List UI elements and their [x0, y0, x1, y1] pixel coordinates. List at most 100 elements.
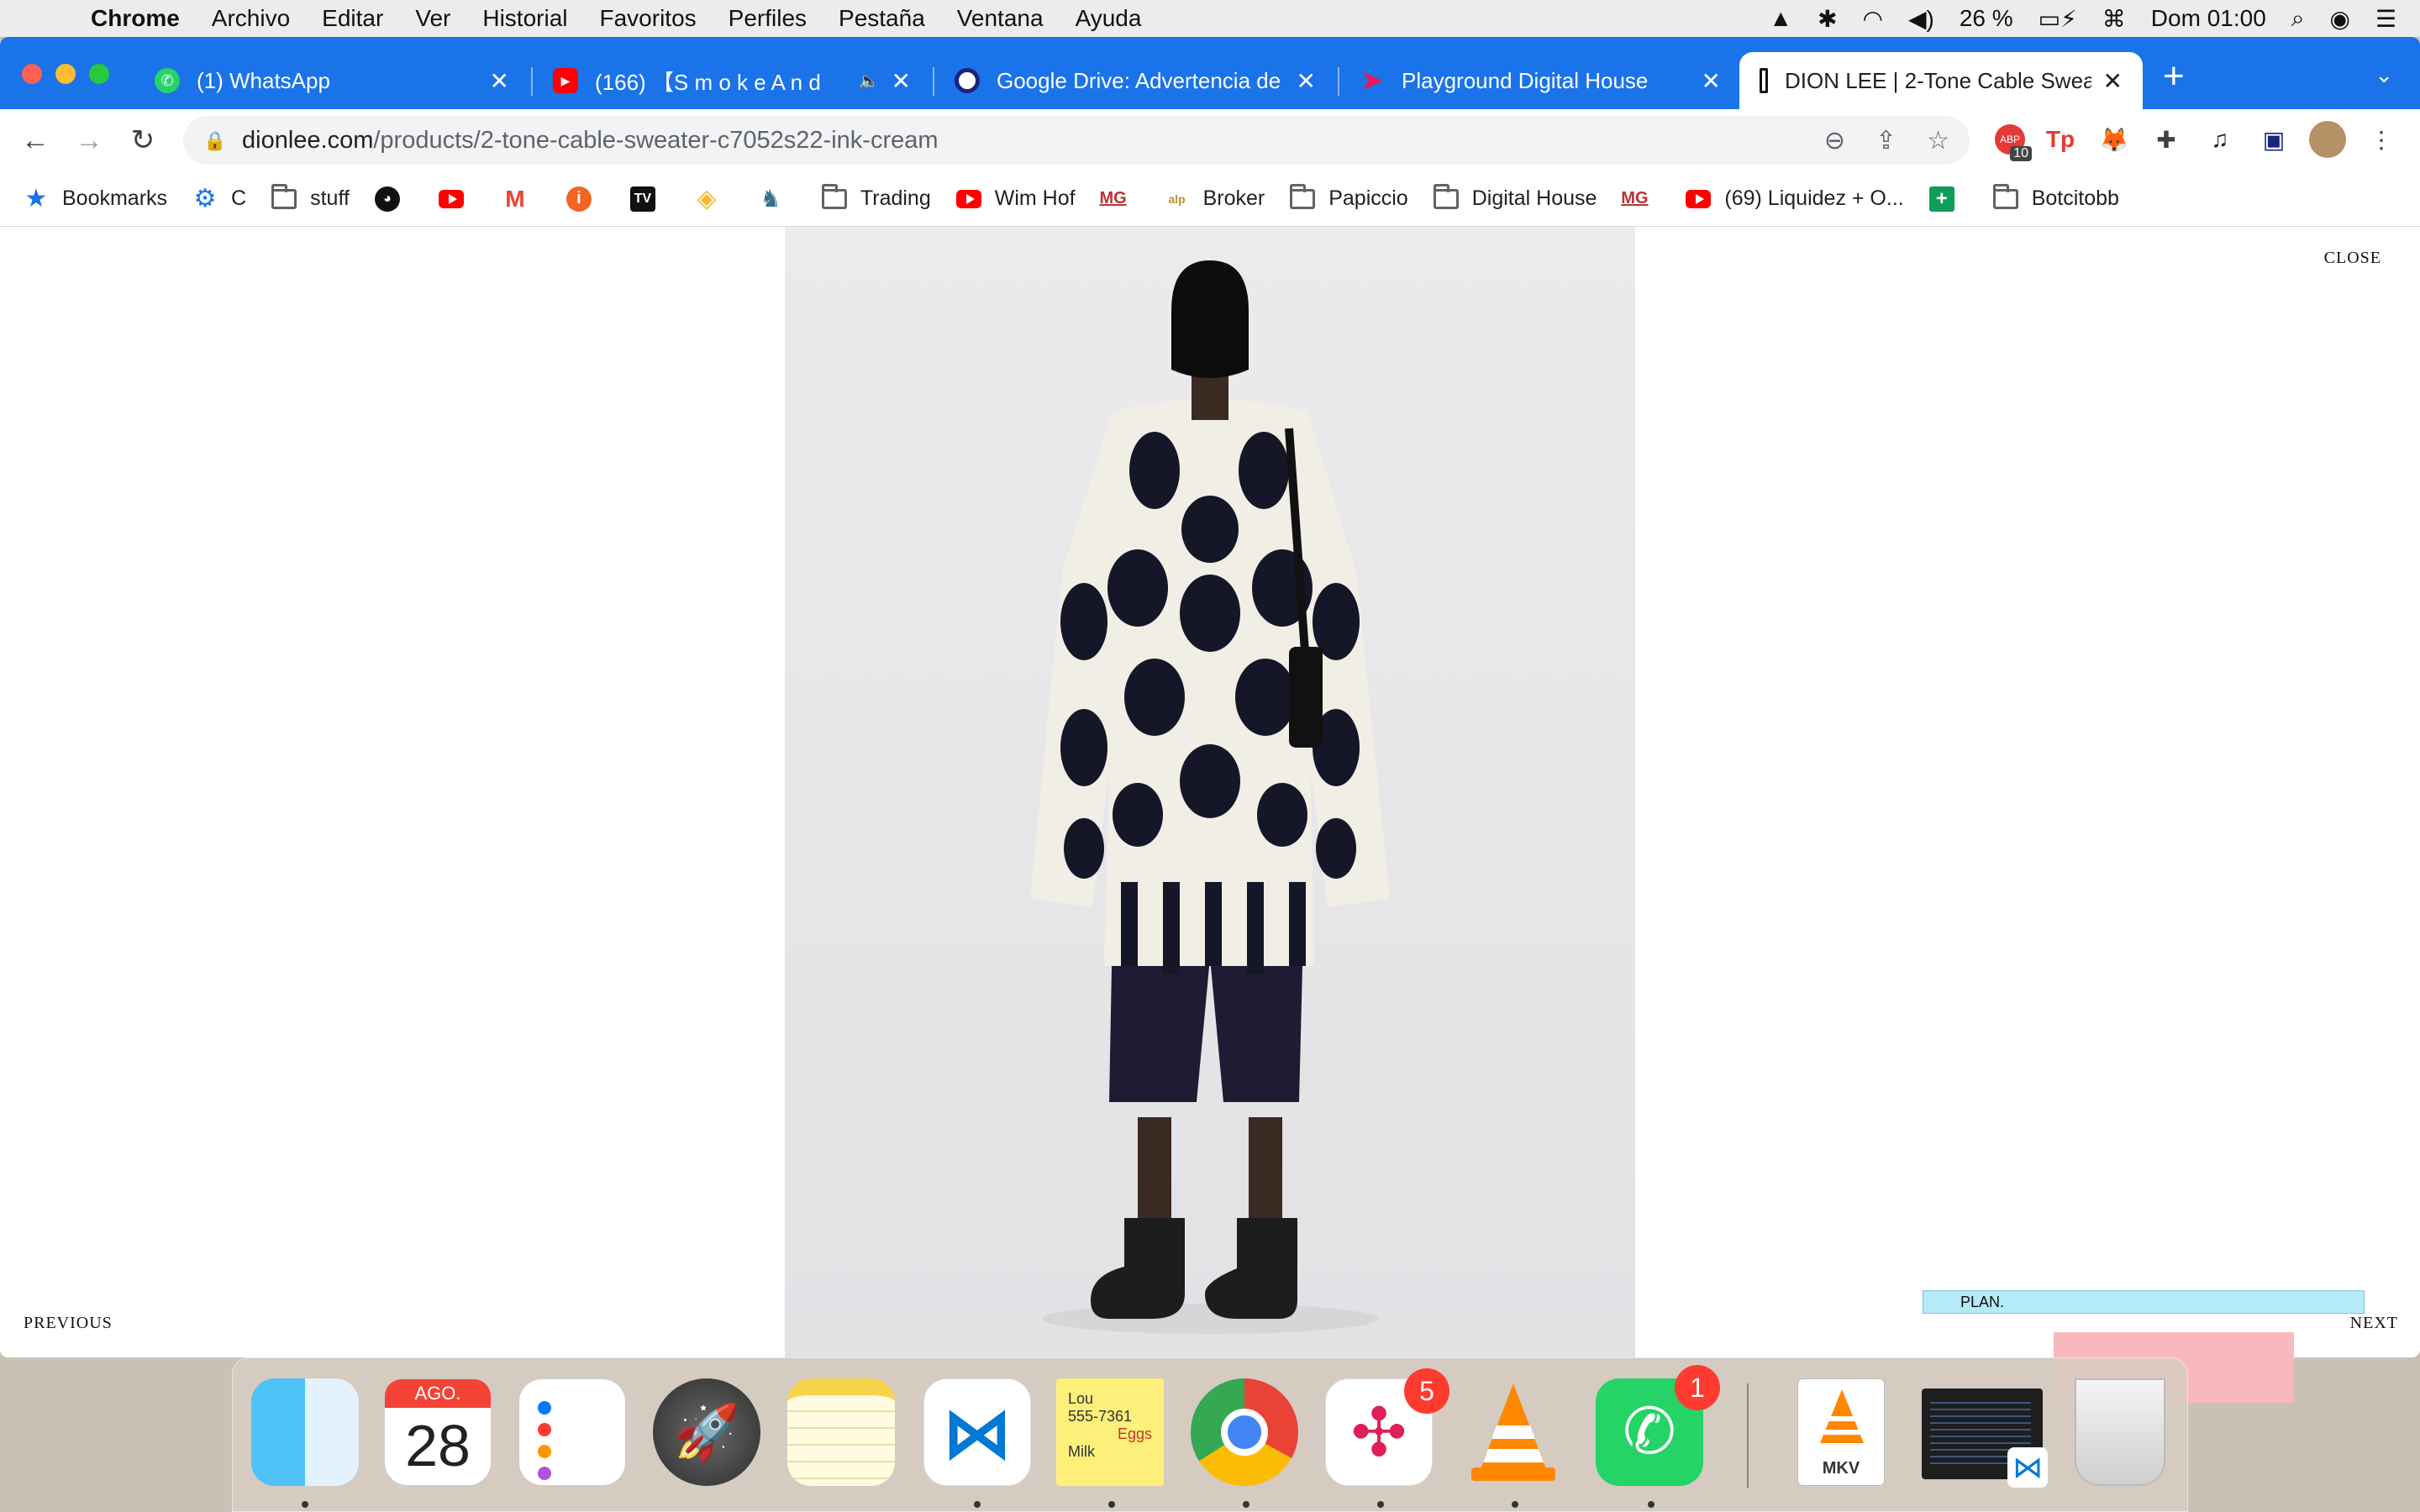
new-tab-button[interactable]: +	[2163, 55, 2185, 97]
alpari-icon: alp	[1168, 192, 1186, 206]
volume-icon[interactable]: ◀)	[1908, 5, 1934, 33]
bookmark-orange[interactable]: i	[566, 186, 605, 212]
tp-extension-icon[interactable]: Tp	[2042, 121, 2079, 158]
keyboard-input-icon[interactable]: ⌘	[2102, 5, 2126, 33]
bookmark-trading[interactable]: Trading	[821, 183, 931, 212]
bookmark-mg-2[interactable]: MG	[1621, 186, 1660, 212]
menu-editar[interactable]: Editar	[322, 5, 383, 32]
chrome-icon[interactable]	[1191, 1378, 1298, 1486]
running-indicator	[1648, 1501, 1655, 1508]
chrome-window: ✆ (1) WhatsApp ✕ ▶ (166) 【S m o k e A n …	[0, 37, 2420, 1357]
running-indicator	[1243, 1501, 1249, 1508]
vscode-window-thumbnail[interactable]: ⋈	[1922, 1389, 2048, 1488]
bookmark-youtube[interactable]	[438, 186, 477, 212]
close-button[interactable]: CLOSE	[2324, 249, 2381, 268]
address-bar[interactable]: 🔒 dionlee.com/products/2-tone-cable-swea…	[183, 116, 1970, 165]
profile-avatar[interactable]	[2309, 121, 2346, 158]
bookmark-sheets[interactable]: +	[1928, 186, 1968, 212]
tab-playground-digital-house[interactable]: ➤ Playground Digital House ✕	[1339, 52, 1741, 109]
chrome-menu-icon[interactable]: ⋮	[2363, 121, 2400, 158]
vlc-icon[interactable]	[1460, 1378, 1567, 1486]
close-tab-icon[interactable]: ✕	[1702, 67, 1721, 95]
next-button[interactable]: NEXT	[2350, 1314, 2398, 1333]
plan-bar[interactable]: PLAN.	[1923, 1290, 2365, 1314]
media-control-icon[interactable]: ♫	[2202, 121, 2238, 158]
bookmark-horse[interactable]: ♞	[758, 186, 797, 212]
finder-icon[interactable]	[251, 1378, 359, 1486]
battery-charging-icon[interactable]: ▭⚡	[2039, 5, 2077, 33]
bookmark-papiccio[interactable]: Papiccio	[1290, 183, 1408, 212]
share-icon[interactable]: ⇪	[1876, 126, 1897, 155]
calendar-icon[interactable]: AGO. 28	[384, 1378, 492, 1486]
bookmark-stuff[interactable]: stuff	[271, 183, 350, 212]
reminders-icon[interactable]	[518, 1378, 626, 1486]
minimize-window-button[interactable]	[55, 64, 76, 84]
bookmark-liquidez[interactable]: (69) Liquidez + O...	[1686, 186, 1904, 212]
bookmark-bookmarks[interactable]: ★ Bookmarks	[24, 185, 168, 213]
launchpad-rocket-icon[interactable]: 🚀	[653, 1378, 760, 1486]
tab-whatsapp[interactable]: ✆ (1) WhatsApp ✕	[134, 52, 529, 109]
bookmark-c[interactable]: ⚙ C	[192, 185, 247, 213]
product-image[interactable]	[785, 227, 1635, 1357]
reload-button[interactable]: ↻	[116, 123, 170, 157]
menu-ayuda[interactable]: Ayuda	[1076, 5, 1142, 32]
vscode-icon[interactable]: ⋈	[923, 1378, 1031, 1486]
zoom-window-button[interactable]	[89, 64, 109, 84]
bookmark-binance[interactable]: ◈	[694, 185, 733, 213]
metamask-fox-icon[interactable]: 🦊	[2096, 121, 2133, 158]
audio-playing-icon[interactable]: 🔈	[859, 71, 880, 92]
menu-archivo[interactable]: Archivo	[212, 5, 290, 32]
tab-google-drive[interactable]: Google Drive: Advertencia de a ✕	[934, 52, 1336, 109]
bluetooth-icon[interactable]: ✱	[1818, 5, 1837, 33]
menu-historial[interactable]: Historial	[482, 5, 567, 32]
notes-icon[interactable]	[787, 1378, 895, 1486]
bookmark-star-icon[interactable]: ☆	[1927, 126, 1949, 155]
globe-favicon-icon	[955, 68, 980, 93]
back-button[interactable]: ←	[8, 124, 62, 157]
reading-list-icon[interactable]: ▣	[2255, 121, 2292, 158]
extensions-puzzle-icon[interactable]: ✚	[2148, 121, 2185, 158]
tab-dion-lee-active[interactable]: DION LEE | 2-Tone Cable Swea ✕	[1739, 52, 2143, 109]
lock-icon[interactable]: 🔒	[203, 130, 226, 151]
close-tab-icon[interactable]: ✕	[892, 67, 911, 95]
calendar-day: 28	[405, 1413, 471, 1478]
menu-ventana[interactable]: Ventana	[957, 5, 1044, 32]
bookmark-gmail[interactable]: M	[502, 186, 541, 212]
tab-title: (1) WhatsApp	[197, 67, 330, 93]
binance-icon: ◈	[697, 185, 717, 213]
stickies-icon[interactable]: Lou 555-7361 Eggs Milk	[1056, 1378, 1164, 1486]
close-tab-icon[interactable]: ✕	[490, 67, 509, 95]
bookmark-tradingview[interactable]: TV	[629, 186, 669, 212]
menu-clock[interactable]: Dom 01:00	[2151, 5, 2266, 32]
bookmark-github[interactable]: ◕	[374, 186, 413, 212]
bookmark-mg[interactable]: MG	[1099, 186, 1139, 212]
vlc-menu-icon[interactable]: ▲	[1769, 5, 1792, 32]
address-url[interactable]: dionlee.com/products/2-tone-cable-sweate…	[242, 127, 939, 155]
tab-youtube-smoke[interactable]: ▶ (166) 【S m o k e A n d 🔈 ✕	[533, 52, 931, 109]
close-tab-icon[interactable]: ✕	[2103, 67, 2123, 95]
close-tab-icon[interactable]: ✕	[1297, 67, 1316, 95]
bookmark-broker[interactable]: alp Broker	[1165, 186, 1265, 212]
siri-icon[interactable]: ◉	[2329, 5, 2349, 33]
menu-favoritos[interactable]: Favoritos	[600, 5, 697, 32]
stickies-line: 555-7361	[1068, 1408, 1133, 1425]
battery-percent[interactable]: 26 %	[1960, 5, 2013, 32]
adblock-extension-icon[interactable]: ABP 10	[1991, 121, 2032, 161]
bookmark-wim-hof[interactable]: Wim Hof	[955, 186, 1076, 212]
bookmark-digital-house[interactable]: Digital House	[1433, 183, 1597, 212]
menu-ver[interactable]: Ver	[415, 5, 450, 32]
spotlight-search-icon[interactable]: ⌕	[2291, 5, 2305, 33]
mkv-file-icon[interactable]: MKV	[1797, 1378, 1885, 1486]
bookmark-botcitobb[interactable]: Botcitobb	[1992, 183, 2119, 212]
forward-button[interactable]: →	[62, 124, 116, 157]
zoom-icon[interactable]: ⊖	[1824, 126, 1845, 155]
previous-button[interactable]: PREVIOUS	[24, 1314, 113, 1333]
tab-search-chevron-icon[interactable]: ⌄	[2375, 62, 2393, 88]
close-window-button[interactable]	[22, 64, 42, 84]
trash-icon[interactable]	[2075, 1378, 2165, 1486]
menu-pestana[interactable]: Pestaña	[839, 5, 925, 32]
menu-perfiles[interactable]: Perfiles	[729, 5, 807, 32]
menu-app-name[interactable]: Chrome	[91, 5, 180, 32]
control-center-icon[interactable]: ☰	[2375, 5, 2396, 33]
wifi-icon[interactable]: ◠	[1863, 5, 1883, 33]
